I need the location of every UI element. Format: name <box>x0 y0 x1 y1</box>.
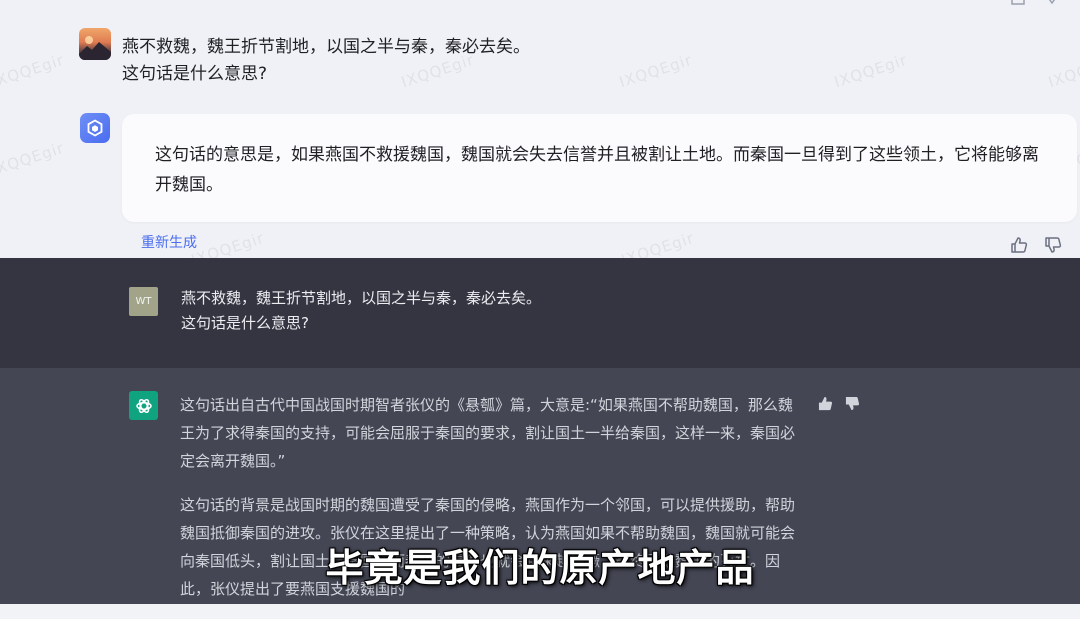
regenerate-button[interactable]: 重新生成 <box>141 232 197 252</box>
user-avatar <box>79 28 111 60</box>
user-avatar: WT <box>129 287 158 316</box>
answer-paragraph: 这句话出自古代中国战国时期智者张仪的《悬瓠》篇，大意是:“如果燕国不帮助魏国，那… <box>180 396 796 470</box>
bot-reply-bubble: 这句话的意思是，如果燕国不救援魏国，魏国就会失去信誉并且被割让土地。而秦国一旦得… <box>122 114 1077 222</box>
cube-icon <box>87 119 103 137</box>
thumbs-up-icon[interactable] <box>1010 236 1028 254</box>
openai-logo-icon <box>135 398 152 413</box>
user-message: 燕不救魏，魏王折节割地，以国之半与秦，秦必去矣。 这句话是什么意思? <box>181 286 541 336</box>
thumbs-up-icon[interactable] <box>818 396 833 411</box>
watermark: IXQQEgir <box>617 50 695 92</box>
thumbs-down-icon[interactable] <box>1044 0 1060 6</box>
thumbs-down-icon[interactable] <box>1044 236 1062 254</box>
watermark: IXQQEgir <box>189 228 267 258</box>
watermark: IXQQEgir <box>1046 50 1080 92</box>
bot-reply-text: 这句话的意思是，如果燕国不救援魏国，魏国就会失去信誉并且被割让土地。而秦国一旦得… <box>155 145 1039 195</box>
user-message-line: 燕不救魏，魏王折节割地，以国之半与秦，秦必去矣。 <box>181 289 542 307</box>
user-message-line: 燕不救魏，魏王折节割地，以国之半与秦，秦必去矣。 <box>122 37 530 57</box>
video-subtitle: 毕竟是我们的原产地产品 <box>325 546 755 590</box>
user-message-line: 这句话是什么意思? <box>122 64 268 84</box>
top-chat-panel: IXQQEgir IXQQEgir IXQQEgir IXQQEgir IXQQ… <box>0 0 1080 258</box>
thumbs-up-icon[interactable] <box>1010 0 1026 6</box>
watermark: IXQQEgir <box>0 138 67 180</box>
watermark: IXQQEgir <box>832 50 910 92</box>
user-message-line: 这句话是什么意思? <box>181 314 309 332</box>
watermark: IXQQEgir <box>619 228 697 258</box>
chatgpt-avatar <box>129 391 158 420</box>
bot-avatar <box>80 113 110 143</box>
thumbs-down-icon[interactable] <box>845 396 860 411</box>
watermark: IXQQEgir <box>0 50 67 92</box>
user-message: 燕不救魏，魏王折节割地，以国之半与秦，秦必去矣。 这句话是什么意思? <box>122 34 530 88</box>
